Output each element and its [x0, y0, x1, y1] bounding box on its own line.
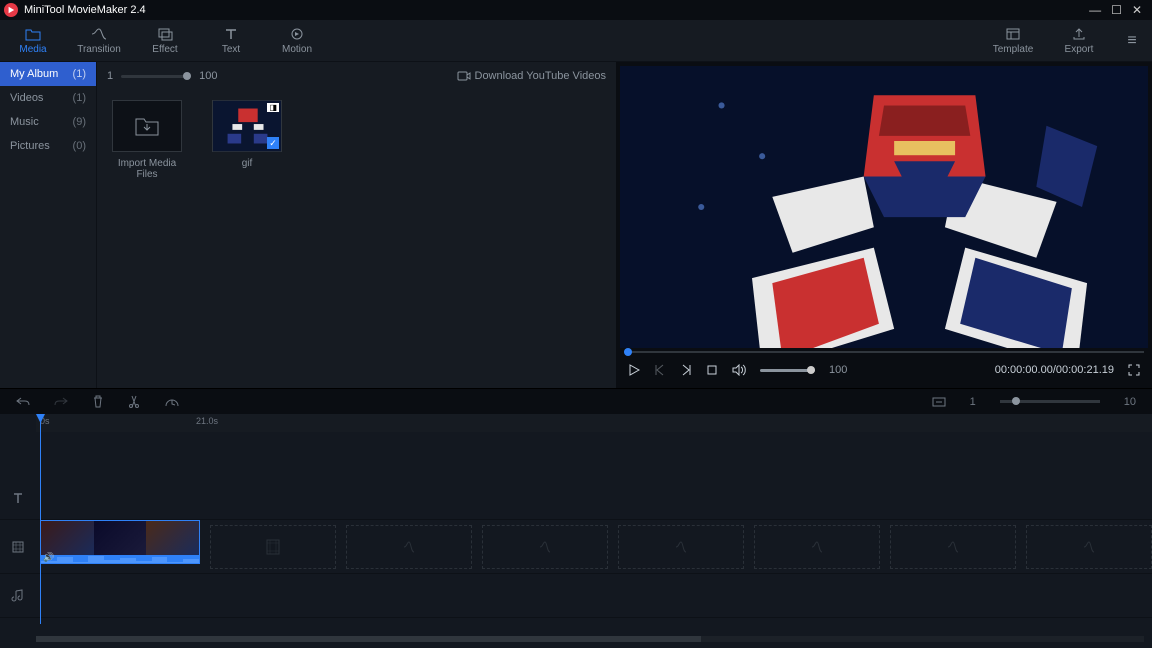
text-icon	[223, 26, 239, 42]
ruler-mark: 21.0s	[196, 416, 218, 426]
motion-icon	[289, 26, 305, 42]
timeline-zoom-slider[interactable]	[1000, 400, 1100, 403]
app-title: MiniTool MovieMaker 2.4	[24, 4, 1089, 16]
split-icon[interactable]	[128, 395, 140, 408]
camera-icon	[457, 71, 471, 81]
prev-frame-button[interactable]	[654, 364, 666, 376]
main-toolbar: Media Transition Effect Text Motion Temp…	[0, 20, 1152, 62]
text-track[interactable]	[0, 476, 1152, 520]
tl-zoom-max: 10	[1124, 396, 1136, 408]
import-media-button[interactable]: Import Media Files	[107, 100, 187, 180]
video-badge-icon: ◨	[267, 103, 279, 112]
tl-zoom-min: 1	[970, 396, 976, 408]
timeline-scrollbar[interactable]	[36, 636, 1144, 642]
tab-motion[interactable]: Motion	[264, 20, 330, 62]
video-track[interactable]: 🔊	[0, 520, 1152, 574]
sidebar-item-videos[interactable]: Videos (1)	[0, 86, 96, 110]
timeline: 0s 21.0s 🔊	[0, 414, 1152, 648]
close-icon[interactable]: ✕	[1132, 3, 1142, 17]
video-clip[interactable]: 🔊	[40, 520, 200, 564]
zoom-max-label: 100	[199, 70, 217, 82]
template-icon	[1005, 26, 1021, 42]
seek-slider[interactable]	[624, 351, 1144, 353]
text-track-icon	[11, 491, 25, 505]
import-folder-icon	[134, 115, 160, 137]
volume-value: 100	[829, 364, 847, 376]
preview-canvas[interactable]	[620, 66, 1148, 348]
download-youtube-button[interactable]: Download YouTube Videos	[457, 70, 607, 82]
speed-icon[interactable]	[164, 396, 180, 408]
audio-track-icon	[11, 589, 25, 603]
video-track-icon	[11, 540, 25, 554]
export-icon	[1071, 26, 1087, 42]
transition-icon	[91, 26, 107, 42]
clip-placeholder[interactable]	[482, 525, 608, 569]
clip-placeholder[interactable]	[618, 525, 744, 569]
sidebar-item-music[interactable]: Music (9)	[0, 110, 96, 134]
volume-slider[interactable]	[760, 369, 815, 372]
template-button[interactable]: Template	[980, 20, 1046, 62]
stop-button[interactable]	[706, 364, 718, 376]
preview-time: 00:00:00.00/00:00:21.19	[995, 364, 1114, 376]
menu-icon[interactable]: ≡	[1112, 32, 1152, 50]
redo-icon[interactable]	[54, 396, 68, 408]
play-button[interactable]	[628, 364, 640, 376]
delete-icon[interactable]	[92, 395, 104, 408]
tab-media[interactable]: Media	[0, 20, 66, 62]
clip-volume-icon: 🔊	[43, 552, 54, 563]
volume-icon[interactable]	[732, 364, 746, 376]
audio-track[interactable]	[0, 574, 1152, 618]
sidebar-item-pictures[interactable]: Pictures (0)	[0, 134, 96, 158]
export-button[interactable]: Export	[1046, 20, 1112, 62]
titlebar: MiniTool MovieMaker 2.4 ― ☐ ✕	[0, 0, 1152, 20]
clip-placeholder[interactable]	[754, 525, 880, 569]
tab-transition[interactable]: Transition	[66, 20, 132, 62]
clip-placeholder[interactable]	[210, 525, 336, 569]
preview-frame	[620, 66, 1148, 348]
selected-check-icon: ✓	[267, 137, 279, 149]
media-panel: 1 100 Download YouTube Videos Import Med…	[96, 62, 616, 388]
clip-placeholder[interactable]	[346, 525, 472, 569]
preview-panel: 100 00:00:00.00/00:00:21.19	[616, 62, 1152, 388]
undo-icon[interactable]	[16, 396, 30, 408]
sidebar: My Album (1) Videos (1) Music (9) Pictur…	[0, 62, 96, 388]
clip-placeholder[interactable]	[890, 525, 1016, 569]
effect-icon	[157, 26, 173, 42]
tab-effect[interactable]: Effect	[132, 20, 198, 62]
fullscreen-icon[interactable]	[1128, 364, 1140, 376]
sidebar-item-myalbum[interactable]: My Album (1)	[0, 62, 96, 86]
tab-text[interactable]: Text	[198, 20, 264, 62]
edit-toolbar: 1 10	[0, 388, 1152, 414]
folder-icon	[25, 26, 41, 42]
clip-placeholder[interactable]	[1026, 525, 1152, 569]
fit-icon[interactable]	[932, 397, 946, 407]
thumbnail-zoom-slider[interactable]	[121, 75, 191, 78]
maximize-icon[interactable]: ☐	[1111, 3, 1122, 17]
next-frame-button[interactable]	[680, 364, 692, 376]
timeline-ruler[interactable]: 0s 21.0s	[36, 414, 1152, 432]
minimize-icon[interactable]: ―	[1089, 3, 1101, 17]
app-logo-icon	[4, 3, 18, 17]
media-item-gif[interactable]: ◨ ✓ gif	[207, 100, 287, 180]
zoom-min-label: 1	[107, 70, 113, 82]
